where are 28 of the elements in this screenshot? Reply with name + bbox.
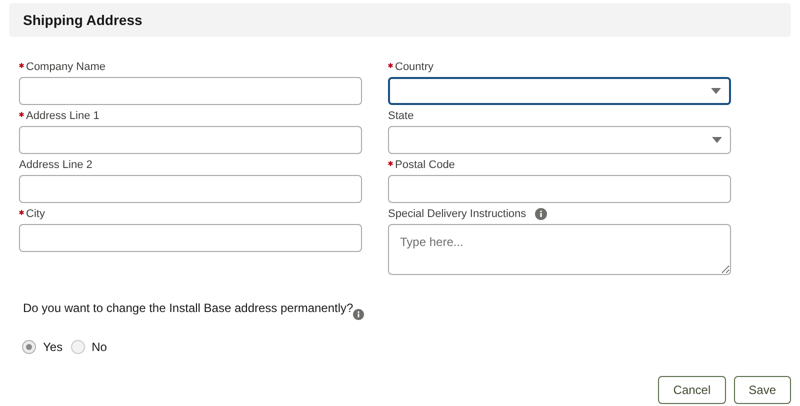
field-label: Special Delivery Instructions	[388, 206, 526, 222]
dropdown-field[interactable]	[388, 126, 731, 154]
field-label: City	[26, 206, 45, 222]
option-label: No	[92, 339, 107, 356]
caret-icon	[711, 88, 721, 94]
radio-button[interactable]	[70, 340, 85, 354]
question-text: Do you want to change the Install Base address permanently?	[23, 300, 354, 317]
field-label: Address Line 2	[19, 158, 92, 173]
field-label: Company Name	[26, 60, 106, 75]
action-button[interactable]: Cancel	[658, 376, 726, 404]
field-label: Address Line 1	[26, 108, 100, 124]
input-field[interactable]	[19, 224, 362, 252]
dropdown-field[interactable]	[388, 77, 731, 105]
input-field[interactable]	[19, 126, 362, 154]
section-title: Shipping Address	[23, 10, 142, 30]
action-button[interactable]: Save	[734, 376, 791, 404]
field-label: Country	[395, 60, 434, 75]
text-area[interactable]: Type here...	[388, 224, 731, 275]
info-icon[interactable]	[535, 208, 548, 220]
input-field[interactable]	[19, 77, 362, 105]
field-label: Postal Code	[395, 158, 455, 173]
caret-icon	[712, 137, 722, 143]
field-label: State	[388, 108, 414, 124]
input-field[interactable]	[19, 175, 362, 203]
info-icon[interactable]	[353, 309, 364, 320]
input-field[interactable]	[388, 175, 731, 203]
option-label: Yes	[43, 339, 63, 356]
radio-button[interactable]	[22, 340, 36, 354]
